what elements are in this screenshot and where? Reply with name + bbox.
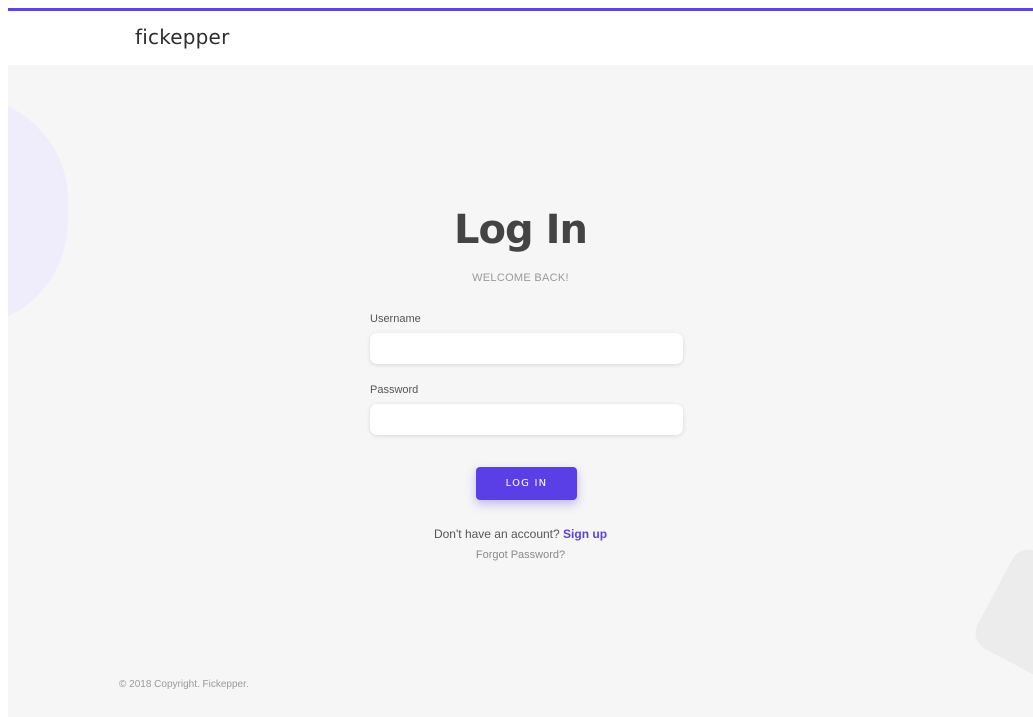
header: fickepper <box>8 11 1033 65</box>
signup-prompt-text: Don't have an account? <box>433 527 560 541</box>
page-subtitle: WELCOME BACK! <box>472 272 569 284</box>
logo[interactable]: fickepper <box>135 25 230 49</box>
username-input[interactable] <box>370 333 683 364</box>
decorative-blob-right <box>969 543 1033 697</box>
password-label: Password <box>370 384 419 396</box>
username-label: Username <box>370 313 421 325</box>
login-section: Log In WELCOME BACK! Username Password L… <box>8 65 1033 717</box>
page-title: Log In <box>454 207 588 253</box>
signup-link[interactable]: Sign up <box>563 527 607 541</box>
forgot-password-link[interactable]: Forgot Password? <box>476 549 565 561</box>
login-button[interactable]: LOG IN <box>476 467 577 500</box>
forgot-password-row: Forgot Password? <box>8 549 1033 561</box>
signup-prompt: Don't have an account? Sign up <box>8 527 1033 541</box>
page: fickepper Log In WELCOME BACK! Username … <box>0 0 1033 717</box>
footer-copyright: © 2018 Copyright. Fickepper. <box>119 679 249 690</box>
password-input[interactable] <box>370 404 683 435</box>
